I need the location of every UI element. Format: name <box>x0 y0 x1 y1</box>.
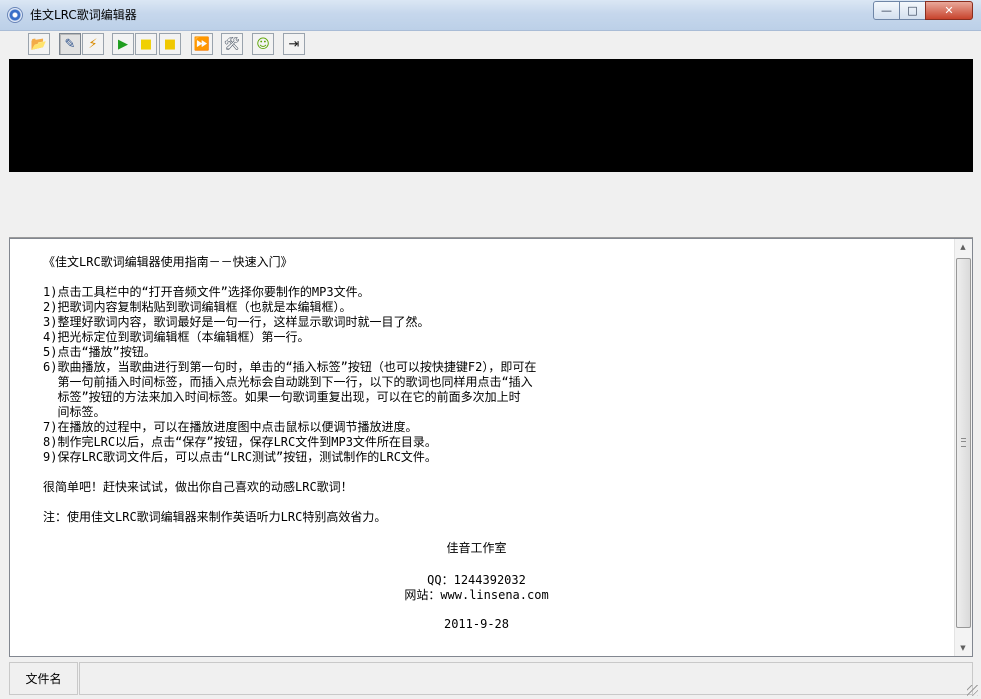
lrc-test-button[interactable]: ⚡ <box>82 33 104 55</box>
play-button[interactable]: ▶ <box>112 33 134 55</box>
pause-icon: ■ <box>139 36 153 52</box>
signature-website: 网站：www.linsena.com <box>404 588 549 602</box>
editor-line: 1)点击工具栏中的“打开音频文件”选择你要制作的MP3文件。 <box>43 285 370 299</box>
title-bar[interactable]: 佳文LRC歌词编辑器 — □ ✕ <box>0 0 981 31</box>
tools-icon: 🛠 <box>223 36 241 52</box>
editor-line: 第一句前插入时间标签，而插入点光标会自动跳到下一行，以下的歌词也同样用点击“插入 <box>43 375 533 389</box>
settings-button[interactable]: 🛠 <box>221 33 243 55</box>
editor-line: 5)点击“播放”按钮。 <box>43 345 156 359</box>
editor-text[interactable]: 《佳文LRC歌词编辑器使用指南－－快速入门》 1)点击工具栏中的“打开音频文件”选… <box>43 255 943 525</box>
scroll-thumb[interactable] <box>956 258 971 628</box>
editor-line: 8)制作完LRC以后，点击“保存”按钮，保存LRC文件到MP3文件所在目录。 <box>43 435 437 449</box>
signature-date: 2011-9-28 <box>443 617 510 631</box>
editor-line: 《佳文LRC歌词编辑器使用指南－－快速入门》 <box>43 255 293 269</box>
status-bar: 文件名 <box>0 659 981 699</box>
scroll-up-icon[interactable]: ▲ <box>955 239 971 255</box>
editor-line: 2)把歌词内容复制粘贴到歌词编辑框（也就是本编辑框）。 <box>43 300 352 314</box>
pause-button[interactable]: ■ <box>135 33 157 55</box>
editor-line: 4)把光标定位到歌词编辑框（本编辑框）第一行。 <box>43 330 310 344</box>
playback-progress-area[interactable] <box>9 172 973 238</box>
exit-door-icon: ⇥ <box>288 36 300 52</box>
edit-document-icon: ✎ <box>64 36 76 52</box>
lyrics-editor[interactable]: 《佳文LRC歌词编辑器使用指南－－快速入门》 1)点击工具栏中的“打开音频文件”选… <box>9 238 973 657</box>
scroll-down-icon[interactable]: ▼ <box>955 640 971 656</box>
editor-line: 7)在播放的过程中，可以在播放进度图中点击鼠标以便调节播放进度。 <box>43 420 418 434</box>
editor-line: 标签”按钮的方法来加入时间标签。如果一句歌词重复出现，可以在它的前面多次加上时 <box>43 390 521 404</box>
signature-studio: 佳音工作室 <box>446 541 507 555</box>
edit-lyrics-button[interactable]: ✎ <box>59 33 81 55</box>
lyrics-display <box>9 59 973 172</box>
editor-line: 间标签。 <box>43 405 106 419</box>
maximize-button[interactable]: □ <box>899 1 926 20</box>
toolbar: 📂 ✎ ⚡ ▶ ■ ■ ⏩ 🛠 ☺ ⇥ <box>0 31 981 58</box>
vertical-scrollbar[interactable]: ▲ ▼ <box>954 239 972 656</box>
folder-open-icon: 📂 <box>30 36 48 52</box>
insert-tag-button[interactable]: ⏩ <box>191 33 213 55</box>
editor-line: 注：使用佳文LRC歌词编辑器来制作英语听力LRC特别高效省力。 <box>43 510 387 524</box>
editor-line: 3)整理好歌词内容，歌词最好是一句一行，这样显示歌词时就一目了然。 <box>43 315 430 329</box>
status-file-label: 文件名 <box>9 662 78 695</box>
grip-icon <box>961 438 966 447</box>
window-title: 佳文LRC歌词编辑器 <box>30 8 137 22</box>
play-icon: ▶ <box>118 36 128 52</box>
lightning-icon: ⚡ <box>88 36 98 52</box>
open-audio-file-button[interactable]: 📂 <box>28 33 50 55</box>
help-button[interactable]: ☺ <box>252 33 274 55</box>
app-icon <box>7 7 23 23</box>
fast-forward-icon: ⏩ <box>193 36 211 52</box>
help-smiley-icon: ☺ <box>256 36 270 52</box>
status-file-name <box>79 662 973 695</box>
stop-button[interactable]: ■ <box>159 33 181 55</box>
editor-line: 9)保存LRC歌词文件后，可以点击“LRC测试”按钮，测试制作的LRC文件。 <box>43 450 437 464</box>
resize-grip-icon[interactable] <box>967 685 978 696</box>
exit-button[interactable]: ⇥ <box>283 33 305 55</box>
editor-line: 很简单吧！赶快来试试，做出你自己喜欢的动感LRC歌词！ <box>43 480 353 494</box>
close-button[interactable]: ✕ <box>925 1 973 20</box>
minimize-button[interactable]: — <box>873 1 900 20</box>
stop-icon: ■ <box>163 36 177 52</box>
editor-line: 6)歌曲播放，当歌曲进行到第一句时，单击的“插入标签”按钮（也可以按快捷键F2）… <box>43 360 537 374</box>
